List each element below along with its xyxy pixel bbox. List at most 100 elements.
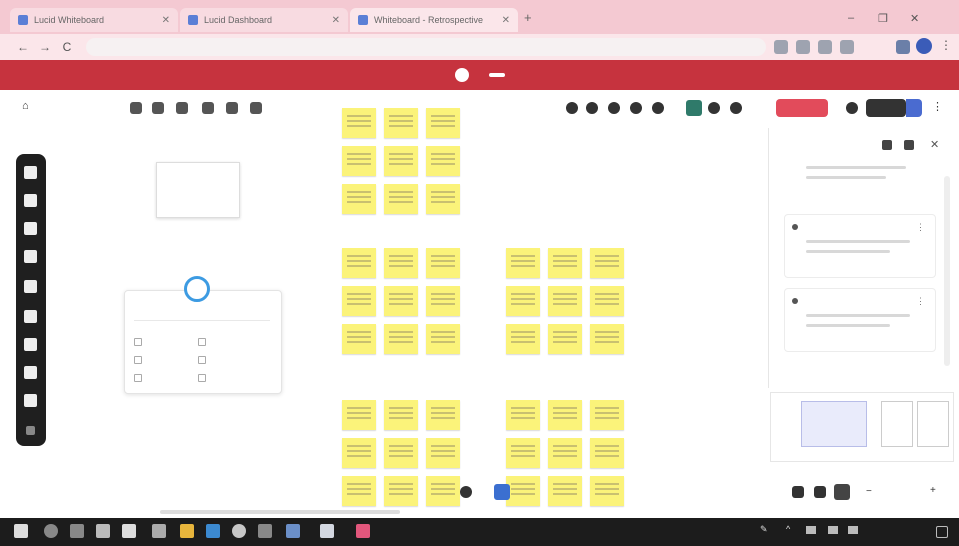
sticky-note[interactable] [384,184,418,214]
shape-tool-icon[interactable] [24,222,37,235]
sticky-note[interactable] [426,400,460,430]
timer-icon[interactable] [630,102,642,114]
sticky-note[interactable] [342,400,376,430]
action-icon[interactable] [134,338,142,346]
notification-center-icon[interactable] [936,526,948,538]
sticky-note[interactable] [342,286,376,316]
panel-card[interactable] [784,214,936,278]
sticky-note[interactable] [590,400,624,430]
start-icon[interactable] [14,524,28,538]
connector-tool-icon[interactable] [24,280,37,293]
card-menu-icon[interactable]: ⋮ [916,296,925,307]
app-icon[interactable] [686,100,702,116]
search-icon[interactable] [44,524,58,538]
sticky-note[interactable] [590,438,624,468]
zoom-out-button[interactable]: − [866,486,872,497]
widgets-icon[interactable] [96,524,110,538]
filter-icon[interactable] [904,140,914,150]
settings-icon[interactable] [226,102,238,114]
chat-icon[interactable] [122,524,136,538]
sticky-note[interactable] [342,146,376,176]
undo-icon[interactable] [792,486,804,498]
table-tool-icon[interactable] [24,366,37,379]
panel-scrollbar[interactable] [944,176,950,366]
action-icon[interactable] [134,356,142,364]
extension-icon[interactable] [840,40,854,54]
minimap[interactable] [770,392,954,462]
sticky-note[interactable] [384,476,418,506]
back-button[interactable]: ← [16,40,30,54]
sticky-note[interactable] [548,248,582,278]
sticky-note[interactable] [426,324,460,354]
extension-icon[interactable] [796,40,810,54]
chat-icon[interactable] [494,484,510,500]
volume-icon[interactable] [848,526,858,534]
url-input[interactable] [86,38,766,56]
sticky-note[interactable] [384,324,418,354]
extension-icon[interactable] [896,40,910,54]
app-icon[interactable] [258,524,272,538]
fit-icon[interactable] [834,484,850,500]
sticky-note[interactable] [590,286,624,316]
sticky-note[interactable] [426,248,460,278]
reload-button[interactable]: C [60,40,74,54]
sticky-note[interactable] [506,476,540,506]
edge-icon[interactable] [206,524,220,538]
close-tab-icon[interactable]: ✕ [156,15,170,26]
action-icon[interactable] [198,338,206,346]
vote-icon[interactable] [652,102,664,114]
sticky-note[interactable] [426,476,460,506]
close-tab-icon[interactable]: ✕ [326,15,340,26]
sticky-note[interactable] [342,324,376,354]
sticky-note[interactable] [342,248,376,278]
comment-icon[interactable] [882,140,892,150]
sticky-note[interactable] [342,108,376,138]
sticky-note[interactable] [506,324,540,354]
chrome-icon[interactable] [232,524,246,538]
minimap-viewport[interactable] [801,401,867,447]
sticky-note[interactable] [342,184,376,214]
close-window-button[interactable]: ✕ [910,12,919,25]
maximize-button[interactable]: ❐ [878,12,888,25]
action-icon[interactable] [134,374,142,382]
image-tool-icon[interactable] [24,394,37,407]
task-view-icon[interactable] [70,524,84,538]
app-icon[interactable] [320,524,334,538]
minimize-button[interactable]: – [848,12,854,24]
sticky-note[interactable] [506,248,540,278]
search-icon[interactable] [250,102,262,114]
panel-card[interactable] [784,288,936,352]
reaction-icon[interactable] [708,102,720,114]
notification-icon[interactable] [846,102,858,114]
sticky-note[interactable] [548,286,582,316]
tray-chevron-icon[interactable]: ^ [786,524,790,534]
sticky-note[interactable] [426,184,460,214]
pen-tool-icon[interactable] [24,250,37,263]
sticky-note[interactable] [590,476,624,506]
sticky-note[interactable] [384,248,418,278]
sticky-note[interactable] [548,476,582,506]
collaborator-avatar[interactable] [586,102,598,114]
app-icon[interactable] [286,524,300,538]
star-icon[interactable] [152,102,164,114]
sticky-note[interactable] [590,248,624,278]
sticky-note[interactable] [426,108,460,138]
zoom-in-button[interactable]: + [930,485,936,496]
action-icon[interactable] [198,374,206,382]
canvas-document-card[interactable] [156,162,240,218]
close-tab-icon[interactable]: ✕ [496,15,510,26]
user-icon[interactable] [730,102,742,114]
new-tab-button[interactable]: + [524,10,532,25]
collaborator-avatar[interactable] [566,102,578,114]
frame-tool-icon[interactable] [24,338,37,351]
forward-button[interactable]: → [38,40,52,54]
card-menu-icon[interactable]: ⋮ [916,222,925,233]
present-button[interactable] [866,99,906,117]
sticky-note[interactable] [506,400,540,430]
horizontal-scrollbar[interactable] [160,510,400,514]
sticky-note[interactable] [548,438,582,468]
menu-icon[interactable] [176,102,188,114]
app-icon[interactable] [356,524,370,538]
tab-3-active[interactable]: Whiteboard - Retrospective ✕ [350,8,518,32]
sticky-note[interactable] [384,146,418,176]
